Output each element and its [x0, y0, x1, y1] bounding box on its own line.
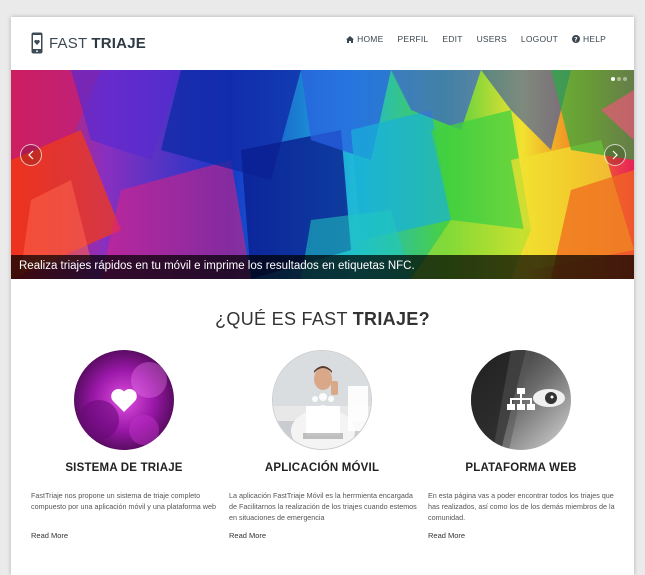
phone-heart-icon	[31, 32, 43, 54]
slider-dot-2[interactable]	[617, 77, 621, 81]
slide-caption: Realiza triajes rápidos en tu móvil e im…	[11, 255, 634, 279]
nav-logout-label: LOGOUT	[520, 34, 558, 44]
chevron-left-icon	[28, 150, 34, 160]
question-circle-icon: ?	[571, 35, 580, 43]
nav-edit[interactable]: EDIT	[442, 34, 462, 44]
nav-help[interactable]: ? HELP	[571, 34, 606, 44]
main-nav: HOME PERFIL EDIT USERS LOGOUT ? HELP	[332, 34, 606, 44]
nav-users-label: USERS	[476, 34, 507, 44]
read-more-link-movil[interactable]: Read More	[229, 531, 266, 540]
feature-text-web: En esta página vas a poder encontrar tod…	[428, 491, 615, 523]
slide-image	[11, 70, 634, 279]
home-icon	[346, 35, 355, 43]
nav-perfil-label: PERFIL	[397, 34, 429, 44]
section-title-light: ¿QUÉ ES FAST	[215, 309, 353, 329]
feature-image-movil	[272, 350, 372, 450]
page: FAST TRIAJE HOME PERFIL EDIT USERS LOGOU…	[11, 17, 634, 575]
nav-help-label: HELP	[582, 34, 606, 44]
nav-users[interactable]: USERS	[477, 34, 507, 44]
nav-logout[interactable]: LOGOUT	[521, 34, 558, 44]
logo[interactable]: FAST TRIAJE	[31, 30, 146, 56]
slider-dots	[609, 77, 627, 81]
nav-home-label: HOME	[357, 34, 384, 44]
feature-title-sistema: SISTEMA DE TRIAJE	[65, 462, 183, 474]
nav-home[interactable]: HOME	[346, 34, 383, 44]
svg-text:?: ?	[574, 36, 578, 43]
slider-dot-3[interactable]	[623, 77, 627, 81]
feature-image-sistema	[74, 350, 174, 450]
section-title-end: ?	[418, 309, 430, 329]
slide-caption-text: Realiza triajes rápidos en tu móvil e im…	[19, 260, 415, 272]
feature-image-web	[471, 350, 571, 450]
feature-title-movil: APLICACIÓN MÓVIL	[264, 462, 380, 474]
chevron-right-icon	[612, 150, 618, 160]
feature-text-movil: La aplicación FastTriaje Móvil es la her…	[229, 491, 417, 523]
nav-edit-label: EDIT	[442, 34, 463, 44]
section-title-bold: TRIAJE	[352, 309, 419, 329]
heart-icon	[74, 350, 174, 450]
people-icon	[273, 351, 371, 449]
read-more-link-sistema[interactable]: Read More	[31, 531, 68, 540]
feature-title-web: PLATAFORMA WEB	[465, 462, 577, 474]
feature-text-sistema: FastTriaje nos propone un sistema de tri…	[31, 491, 216, 512]
read-more-link-web[interactable]: Read More	[428, 531, 465, 540]
slider-next-button[interactable]	[604, 144, 626, 166]
nav-perfil[interactable]: PERFIL	[397, 34, 428, 44]
brand-bold: TRIAJE	[91, 34, 146, 52]
header: FAST TRIAJE HOME PERFIL EDIT USERS LOGOU…	[11, 17, 634, 70]
section-title: ¿QUÉ ES FAST TRIAJE?	[11, 309, 634, 330]
slider-dot-1[interactable]	[611, 77, 615, 81]
hero-slider[interactable]: Realiza triajes rápidos en tu móvil e im…	[11, 70, 634, 279]
brand-light: FAST	[49, 34, 92, 52]
slider-prev-button[interactable]	[20, 144, 42, 166]
sitemap-icon	[471, 350, 571, 450]
